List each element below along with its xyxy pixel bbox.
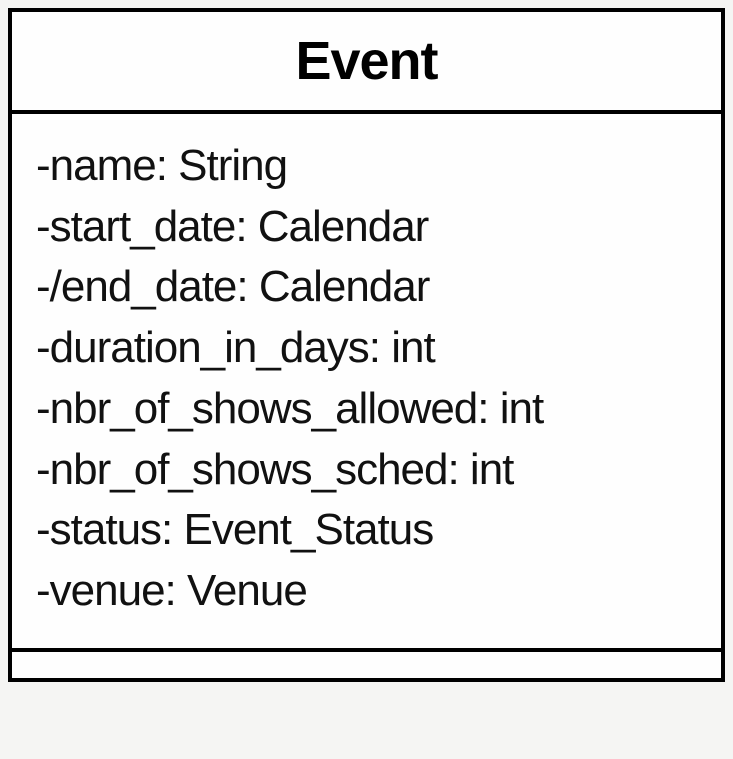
attribute-line: -status: Event_Status	[36, 500, 697, 561]
attribute-line: -start_date: Calendar	[36, 197, 697, 258]
uml-class-box: Event -name: String -start_date: Calenda…	[8, 8, 725, 682]
class-name: Event	[22, 30, 711, 92]
operations-compartment	[12, 652, 721, 678]
attributes-compartment: -name: String -start_date: Calendar -/en…	[12, 114, 721, 652]
attribute-line: -duration_in_days: int	[36, 318, 697, 379]
attribute-line: -venue: Venue	[36, 561, 697, 622]
attribute-line: -name: String	[36, 136, 697, 197]
class-name-compartment: Event	[12, 12, 721, 114]
attribute-line: -nbr_of_shows_allowed: int	[36, 379, 697, 440]
attribute-line: -/end_date: Calendar	[36, 257, 697, 318]
attribute-line: -nbr_of_shows_sched: int	[36, 440, 697, 501]
